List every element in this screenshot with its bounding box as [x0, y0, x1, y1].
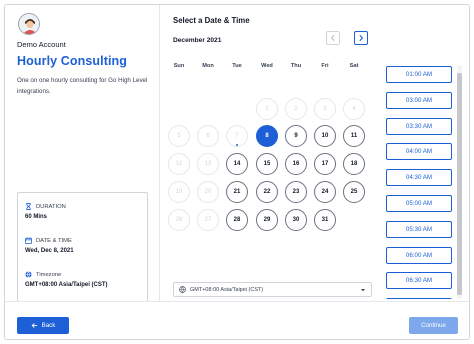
- time-slot-button[interactable]: 04:00 AM: [386, 143, 452, 161]
- weekday-label: Tue: [232, 63, 242, 69]
- picker-heading: Select a Date & Time: [173, 16, 250, 25]
- hourglass-icon: [25, 203, 32, 210]
- month-label: December 2021: [173, 37, 222, 44]
- calendar-day[interactable]: 21: [226, 181, 248, 203]
- timezone-select-value: GMT+08:00 Asia/Taipei (CST): [190, 286, 264, 293]
- chevron-right-icon: [359, 34, 364, 42]
- service-title: Hourly Consulting: [17, 54, 128, 68]
- calendar-day[interactable]: 28: [226, 209, 248, 231]
- previous-month-button[interactable]: [326, 31, 340, 45]
- weekday-label: Wed: [261, 63, 273, 69]
- calendar-day[interactable]: 9: [285, 125, 307, 147]
- calendar-day[interactable]: 30: [285, 209, 307, 231]
- calendar-day[interactable]: 11: [343, 125, 365, 147]
- service-info-panel: Demo Account Hourly Consulting One on on…: [5, 5, 160, 302]
- time-slot-scrollbar[interactable]: [457, 65, 462, 299]
- weekday-label: Sat: [349, 63, 359, 69]
- account-name: Demo Account: [17, 40, 66, 49]
- calendar-day[interactable]: 24: [314, 181, 336, 203]
- weekday-label: Sun: [173, 63, 185, 69]
- calendar-day: 19: [168, 181, 190, 203]
- duration-value: 60 Mins: [25, 214, 48, 220]
- booking-summary-card: DURATION 60 Mins DATE & TIME Wed, Dec 8,…: [17, 192, 148, 302]
- calendar-day: 27: [197, 209, 219, 231]
- duration-block: DURATION 60 Mins: [25, 203, 66, 220]
- calendar-day[interactable]: 18: [343, 153, 365, 175]
- time-slot-button[interactable]: 05:30 AM: [386, 220, 452, 238]
- calendar-icon: [25, 237, 32, 244]
- calendar-day[interactable]: 14: [226, 153, 248, 175]
- user-avatar-icon: [18, 13, 40, 35]
- calendar-day: 1: [256, 98, 278, 120]
- duration-label: DURATION: [36, 203, 66, 210]
- timezone-select[interactable]: GMT+08:00 Asia/Taipei (CST): [173, 282, 372, 297]
- time-slot-button[interactable]: 04:30 AM: [386, 169, 452, 187]
- calendar-day[interactable]: 31: [314, 209, 336, 231]
- weekday-label: Fri: [321, 63, 329, 69]
- time-slot-button[interactable]: 07:00 AM: [386, 298, 452, 299]
- globe-icon: [179, 286, 186, 293]
- globe-icon: [25, 271, 32, 278]
- booking-widget: Demo Account Hourly Consulting One on on…: [4, 4, 470, 340]
- chevron-left-icon: [330, 34, 335, 42]
- calendar-day: 3: [314, 98, 336, 120]
- timezone-label: Timezone: [36, 271, 62, 278]
- calendar-day[interactable]: 22: [256, 181, 278, 203]
- calendar-day[interactable]: 23: [285, 181, 307, 203]
- footer-bar: Back Continue: [5, 301, 469, 341]
- time-slot-button[interactable]: 05:00 AM: [386, 195, 452, 212]
- back-button-label: Back: [41, 322, 56, 329]
- datetime-label: DATE & TIME: [36, 237, 72, 244]
- continue-button[interactable]: Continue: [409, 317, 458, 334]
- chevron-down-icon: [360, 287, 366, 293]
- service-description: One on one hourly consulting for Go High…: [17, 77, 148, 95]
- calendar-day[interactable]: 17: [314, 153, 336, 175]
- time-slot-list[interactable]: 01:00 AM 03:00 AM 03:30 AM 04:00 AM 04:30 AM…: [382, 63, 454, 299]
- back-button[interactable]: Back: [17, 317, 69, 334]
- calendar-day: 13: [197, 153, 219, 175]
- calendar-day[interactable]: 25: [343, 181, 365, 203]
- calendar-day[interactable]: 15: [256, 153, 278, 175]
- calendar-day: 26: [168, 209, 190, 231]
- datetime-block: DATE & TIME Wed, Dec 8, 2021: [25, 237, 74, 254]
- calendar-day[interactable]: 8: [256, 125, 278, 147]
- next-month-button[interactable]: [354, 31, 368, 45]
- time-slot-button[interactable]: 06:00 AM: [386, 246, 452, 264]
- continue-button-label: Continue: [421, 322, 446, 329]
- arrow-left-icon: [31, 322, 38, 329]
- time-slot-button[interactable]: 06:30 AM: [386, 272, 452, 290]
- time-slot-button[interactable]: 01:00 AM: [386, 66, 452, 83]
- time-slot-button[interactable]: 03:30 AM: [386, 117, 452, 135]
- weekday-label: Thu: [290, 63, 302, 69]
- datetime-value: Wed, Dec 8, 2021: [25, 248, 74, 254]
- calendar-day: 4: [343, 98, 365, 120]
- calendar-day: 20: [197, 181, 219, 203]
- timezone-value: GMT+08:00 Asia/Taipei (CST): [25, 282, 108, 288]
- today-indicator: [236, 144, 238, 146]
- scrollbar-thumb[interactable]: [457, 73, 462, 295]
- calendar-day[interactable]: 29: [256, 209, 278, 231]
- timezone-block: Timezone GMT+08:00 Asia/Taipei (CST): [25, 271, 108, 288]
- weekday-label: Mon: [202, 63, 214, 69]
- time-slot-button[interactable]: 03:00 AM: [386, 91, 452, 109]
- calendar-day[interactable]: 16: [285, 153, 307, 175]
- calendar-day: 12: [168, 153, 190, 175]
- calendar-day: 2: [285, 98, 307, 120]
- calendar-day: 5: [168, 125, 190, 147]
- calendar-day[interactable]: 10: [314, 125, 336, 147]
- calendar-day: 6: [197, 125, 219, 147]
- date-time-picker: Select a Date & Time December 2021 Sun Mo…: [161, 5, 469, 301]
